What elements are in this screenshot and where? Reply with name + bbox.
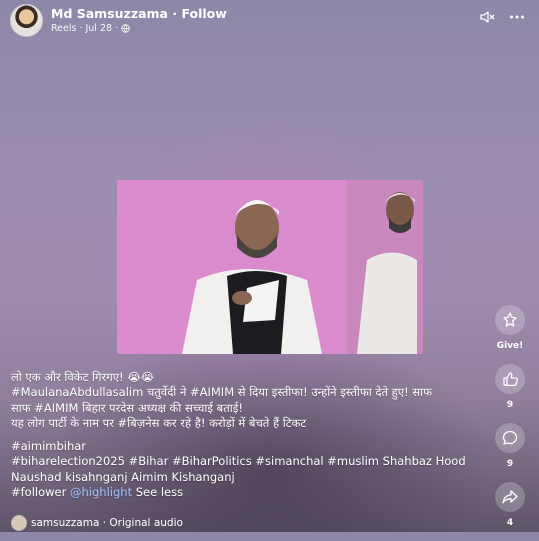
post-header: Md Samsuzzama · Follow Reels · Jul 28 · xyxy=(10,4,227,37)
comment-button[interactable] xyxy=(495,423,525,453)
like-button[interactable] xyxy=(495,364,525,394)
caption-line: लो एक और विकेट गिरगए! xyxy=(11,370,128,384)
audio-label: samsuzzama · Original audio xyxy=(31,517,183,529)
crying-emoji: 😭😭 xyxy=(127,370,155,384)
share-arrow-icon xyxy=(502,490,518,504)
action-rail: Give! 9 9 4 xyxy=(495,305,525,541)
video-frame xyxy=(117,180,423,354)
comment-icon xyxy=(502,430,518,445)
see-less-link[interactable]: See less xyxy=(136,485,183,499)
video-player[interactable] xyxy=(117,180,423,354)
author-avatar[interactable] xyxy=(10,4,43,37)
top-controls xyxy=(479,9,525,25)
hashtag-line[interactable]: #aimimbihar xyxy=(11,439,471,454)
follow-button[interactable]: Follow xyxy=(181,6,226,21)
post-caption: लो एक और विकेट गिरगए! 😭😭 #MaulanaAbdulla… xyxy=(11,370,471,500)
post-type: Reels xyxy=(51,23,77,34)
audio-avatar xyxy=(11,515,27,531)
hashtag-follower[interactable]: #follower xyxy=(11,485,70,499)
give-label: Give! xyxy=(496,341,524,351)
post-date[interactable]: Jul 28 xyxy=(85,22,112,35)
like-count: 9 xyxy=(506,400,514,410)
globe-icon xyxy=(121,24,130,33)
share-button[interactable] xyxy=(495,482,525,512)
thumbs-up-icon xyxy=(503,372,519,387)
more-options-icon[interactable] xyxy=(509,9,525,25)
stars-icon xyxy=(503,312,517,327)
audio-attribution[interactable]: samsuzzama · Original audio xyxy=(11,515,183,531)
give-button[interactable] xyxy=(495,305,525,335)
caption-line: यह लोग पार्टी के नाम पर #बिज़नेस कर रहे … xyxy=(11,415,307,430)
author-name[interactable]: Md Samsuzzama xyxy=(51,6,168,21)
caption-line: Naushad kisahnganj Aimim Kishanganj xyxy=(11,469,235,484)
highlight-mention[interactable]: @highlight xyxy=(70,485,132,499)
caption-line: साफ #AIMIM बिहार परदेस अध्यक्ष की सच्चाई… xyxy=(11,400,244,415)
mute-icon[interactable] xyxy=(479,9,495,25)
caption-line: #MaulanaAbdullasalim चतुर्वेदी ने #AIMIM… xyxy=(11,385,433,400)
comment-count: 9 xyxy=(506,459,514,469)
hashtag-line[interactable]: #biharelection2025 #Bihar #BiharPolitics… xyxy=(11,454,471,469)
share-count: 4 xyxy=(506,518,514,528)
